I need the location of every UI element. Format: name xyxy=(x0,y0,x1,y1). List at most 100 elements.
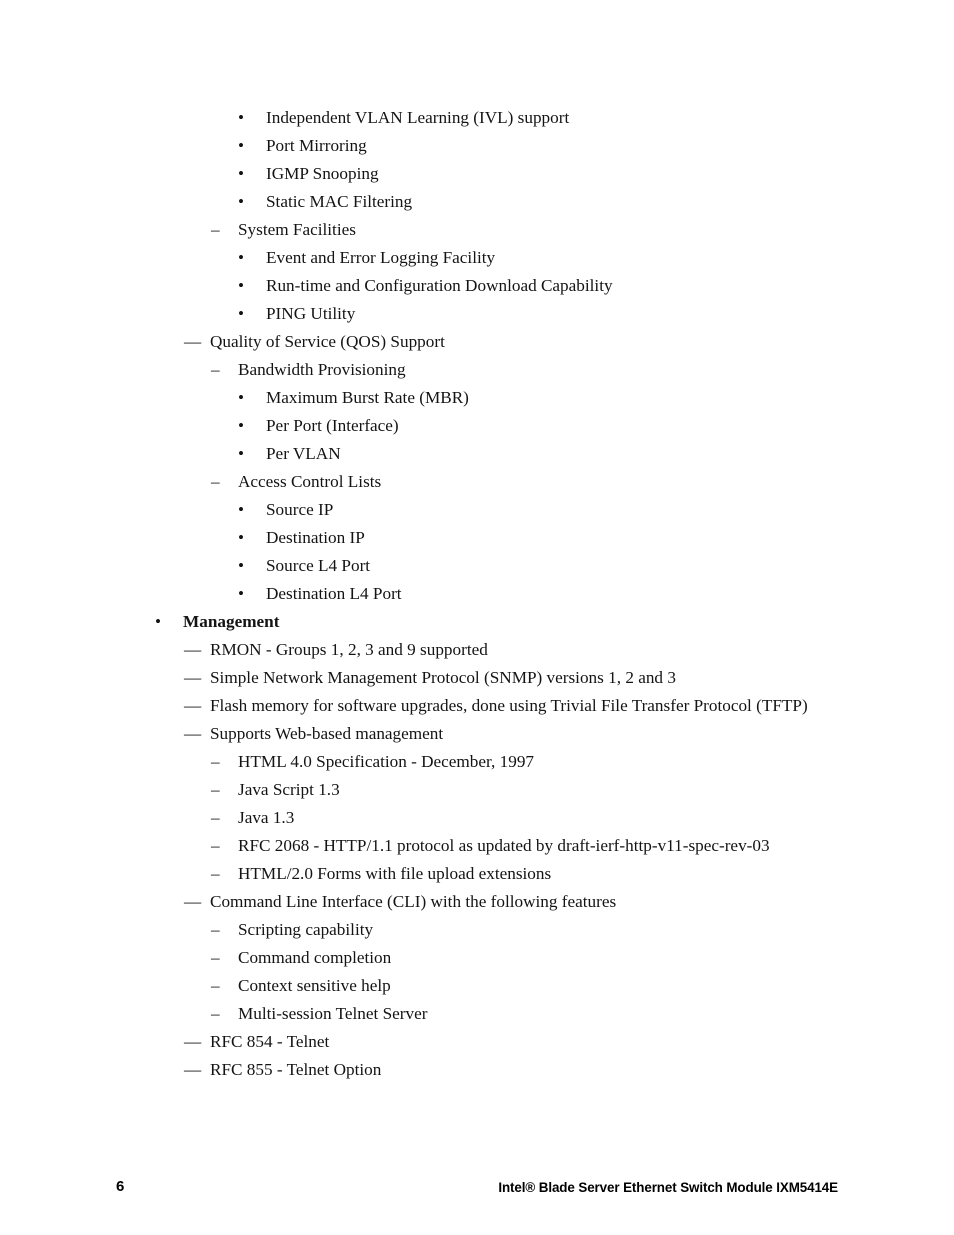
list-marker-icon: • xyxy=(238,584,245,603)
list-marker-icon: — xyxy=(184,724,202,743)
list-item: — Flash memory for software upgrades, don… xyxy=(0,692,954,720)
list-item: • Maximum Burst Rate (MBR) xyxy=(0,384,954,412)
list-item: – Java Script 1.3 xyxy=(0,776,954,804)
list-item: • Per Port (Interface) xyxy=(0,412,954,440)
list-item: • Source IP xyxy=(0,496,954,524)
list-item: • Independent VLAN Learning (IVL) support xyxy=(0,104,954,132)
list-item-label: Independent VLAN Learning (IVL) support xyxy=(266,108,570,127)
list-marker-icon: • xyxy=(238,556,245,575)
list-item-label: Flash memory for software upgrades, done… xyxy=(210,696,808,715)
list-item: — Quality of Service (QOS) Support xyxy=(0,328,954,356)
list-marker-icon: – xyxy=(211,976,220,995)
list-item-label: Destination L4 Port xyxy=(266,584,402,603)
list-item-label: Run-time and Configuration Download Capa… xyxy=(266,276,613,295)
list-item-label: Per Port (Interface) xyxy=(266,416,399,435)
list-item: – Java 1.3 xyxy=(0,804,954,832)
list-item: • Run-time and Configuration Download Cap… xyxy=(0,272,954,300)
list-item-label: Source IP xyxy=(266,500,334,519)
list-item-label: Port Mirroring xyxy=(266,136,367,155)
list-marker-icon: • xyxy=(238,248,245,267)
list-item: – System Facilities xyxy=(0,216,954,244)
list-marker-icon: – xyxy=(211,1004,220,1023)
list-item: – Bandwidth Provisioning xyxy=(0,356,954,384)
list-item: – Access Control Lists xyxy=(0,468,954,496)
list-item: – HTML 4.0 Specification - December, 1997 xyxy=(0,748,954,776)
list-item-label: RMON - Groups 1, 2, 3 and 9 supported xyxy=(210,640,488,659)
list-item: – Context sensitive help xyxy=(0,972,954,1000)
list-item: — RFC 854 - Telnet xyxy=(0,1028,954,1056)
list-item-label: Supports Web-based management xyxy=(210,724,444,743)
list-item: – HTML/2.0 Forms with file upload extensi… xyxy=(0,860,954,888)
list-item-label: Static MAC Filtering xyxy=(266,192,413,211)
list-marker-icon: — xyxy=(184,1060,202,1079)
list-item-label: Maximum Burst Rate (MBR) xyxy=(266,388,469,407)
list-marker-icon: — xyxy=(184,892,202,911)
list-item-label: HTML 4.0 Specification - December, 1997 xyxy=(238,752,535,771)
list-item: • PING Utility xyxy=(0,300,954,328)
list-item: • Static MAC Filtering xyxy=(0,188,954,216)
list-item-label: Java Script 1.3 xyxy=(238,780,340,799)
list-item: – Command completion xyxy=(0,944,954,972)
footer-document-title: Intel® Blade Server Ethernet Switch Modu… xyxy=(498,1180,838,1195)
list-marker-icon: – xyxy=(211,752,220,771)
list-item-label: RFC 855 - Telnet Option xyxy=(210,1060,382,1079)
list-item-label: Context sensitive help xyxy=(238,976,391,995)
list-marker-icon: – xyxy=(211,780,220,799)
list-item: — RMON - Groups 1, 2, 3 and 9 supported xyxy=(0,636,954,664)
list-item-label: Command Line Interface (CLI) with the fo… xyxy=(210,892,617,911)
list-marker-icon: • xyxy=(238,528,245,547)
list-item: • Source L4 Port xyxy=(0,552,954,580)
footer-page-number: 6 xyxy=(116,1178,125,1195)
list-item: • Management xyxy=(0,608,954,636)
list-item-label: PING Utility xyxy=(266,304,356,323)
list-item: – Multi-session Telnet Server xyxy=(0,1000,954,1028)
list-item-label: Multi-session Telnet Server xyxy=(238,1004,428,1023)
list-marker-icon: – xyxy=(211,220,220,239)
list-marker-icon: – xyxy=(211,808,220,827)
list-item-label: RFC 854 - Telnet xyxy=(210,1032,330,1051)
list-item: — RFC 855 - Telnet Option xyxy=(0,1056,954,1084)
list-item: • Destination L4 Port xyxy=(0,580,954,608)
document-page: • Independent VLAN Learning (IVL) support… xyxy=(0,0,954,1235)
list-marker-icon: — xyxy=(184,696,202,715)
list-item: — Command Line Interface (CLI) with the f… xyxy=(0,888,954,916)
list-marker-icon: – xyxy=(211,920,220,939)
list-marker-icon: — xyxy=(184,668,202,687)
page-footer: 6 Intel® Blade Server Ethernet Switch Mo… xyxy=(0,1178,954,1204)
list-item-label: Scripting capability xyxy=(238,920,374,939)
list-marker-icon: • xyxy=(238,388,245,407)
list-marker-icon: • xyxy=(238,108,245,127)
list-marker-icon: — xyxy=(184,1032,202,1051)
list-item-label: Per VLAN xyxy=(266,444,341,463)
list-item-label: Destination IP xyxy=(266,528,365,547)
list-item: — Supports Web-based management xyxy=(0,720,954,748)
list-item: – Scripting capability xyxy=(0,916,954,944)
list-item: • Per VLAN xyxy=(0,440,954,468)
list-marker-icon: • xyxy=(238,164,245,183)
list-item-label: Source L4 Port xyxy=(266,556,371,575)
list-marker-icon: • xyxy=(238,276,245,295)
list-marker-icon: • xyxy=(238,500,245,519)
list-item-label: Java 1.3 xyxy=(238,808,295,827)
list-item-label: Quality of Service (QOS) Support xyxy=(210,332,445,351)
list-marker-icon: – xyxy=(211,472,220,491)
list-marker-icon: – xyxy=(211,948,220,967)
list-marker-icon: • xyxy=(238,416,245,435)
list-marker-icon: • xyxy=(155,612,162,631)
list-item: • IGMP Snooping xyxy=(0,160,954,188)
list-item: — Simple Network Management Protocol (SNM… xyxy=(0,664,954,692)
list-marker-icon: – xyxy=(211,836,220,855)
list-item-label: IGMP Snooping xyxy=(266,164,379,183)
list-marker-icon: • xyxy=(238,304,245,323)
list-marker-icon: • xyxy=(238,136,245,155)
list-item: – RFC 2068 - HTTP/1.1 protocol as updated… xyxy=(0,832,954,860)
list-marker-icon: • xyxy=(238,192,245,211)
list-item-label: Simple Network Management Protocol (SNMP… xyxy=(210,668,676,687)
list-item-label: Access Control Lists xyxy=(238,472,382,491)
list-item-label: Management xyxy=(183,612,280,631)
feature-list: • Independent VLAN Learning (IVL) support… xyxy=(0,104,954,1084)
list-marker-icon: — xyxy=(184,640,202,659)
list-item: • Destination IP xyxy=(0,524,954,552)
list-item-label: System Facilities xyxy=(238,220,356,239)
list-item-label: Command completion xyxy=(238,948,392,967)
